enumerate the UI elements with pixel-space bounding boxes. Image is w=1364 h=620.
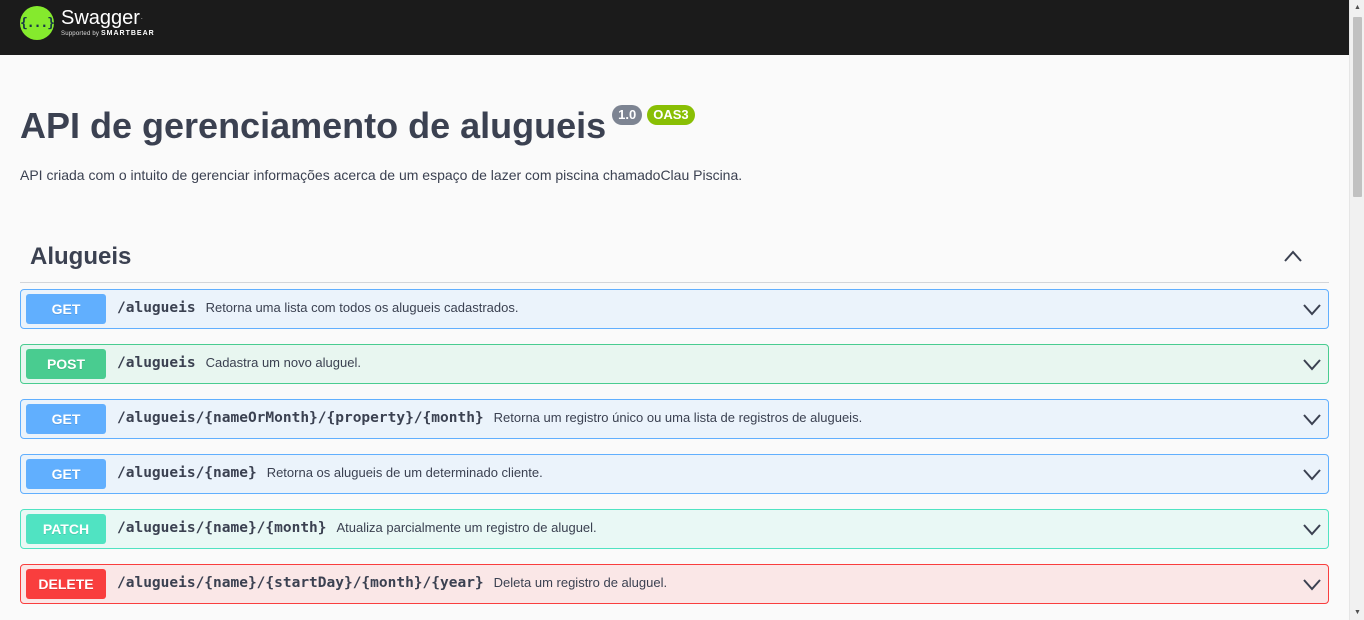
- operation-patch[interactable]: PATCH/alugueis/{name}/{month} Atualiza pa…: [20, 509, 1329, 549]
- operation-path: /alugueis: [117, 355, 196, 371]
- operation-summary: Deleta um registro de aluguel.: [493, 575, 668, 590]
- page-title: API de gerenciamento de alugueis: [20, 105, 607, 146]
- operation-get[interactable]: GET/alugueis/{nameOrMonth}/{property}/{m…: [20, 399, 1329, 439]
- method-badge: PATCH: [26, 514, 106, 544]
- chevron-down-icon[interactable]: [1302, 412, 1322, 426]
- topbar: {...} Swagger. Supported by SMARTBEAR: [0, 0, 1349, 55]
- chevron-up-icon[interactable]: [1283, 249, 1303, 263]
- logo-title: Swagger.: [61, 7, 155, 29]
- chevron-down-icon[interactable]: [1302, 357, 1322, 371]
- api-info: API de gerenciamento de alugueis 1.0 OAS…: [20, 100, 695, 152]
- chevron-down-icon[interactable]: [1302, 302, 1322, 316]
- logo-title-text: Swagger: [61, 7, 140, 29]
- scroll-thumb[interactable]: [1353, 17, 1362, 197]
- tag-title: Alugueis: [30, 243, 132, 270]
- logo-trademark: .: [140, 15, 143, 21]
- scroll-up-arrow-icon[interactable]: ▲: [1350, 0, 1364, 15]
- tag-section-alugueis[interactable]: Alugueis: [20, 233, 1329, 283]
- oas-badge: OAS3: [647, 105, 695, 125]
- operation-summary: Cadastra um novo aluguel.: [205, 355, 361, 370]
- method-badge: GET: [26, 294, 106, 324]
- api-description: API criada com o intuito de gerenciar in…: [20, 167, 743, 183]
- vertical-scrollbar[interactable]: ▲ ▼: [1349, 0, 1364, 620]
- scroll-down-arrow-icon[interactable]: ▼: [1350, 605, 1364, 620]
- operation-get[interactable]: GET/alugueis Retorna uma lista com todos …: [20, 289, 1329, 329]
- operation-summary: Retorna os alugueis de um determinado cl…: [266, 465, 543, 480]
- chevron-down-icon[interactable]: [1302, 467, 1322, 481]
- title-row: API de gerenciamento de alugueis 1.0 OAS…: [20, 100, 695, 152]
- method-badge: DELETE: [26, 569, 106, 599]
- operation-path-row: /alugueis/{nameOrMonth}/{property}/{mont…: [117, 410, 862, 426]
- logo-sub-prefix: Supported by: [61, 31, 100, 37]
- operation-path: /alugueis/{name}: [117, 465, 257, 481]
- logo-sub-brand: SMARTBEAR: [100, 30, 155, 37]
- operation-path: /alugueis: [117, 300, 196, 316]
- operation-path-row: /alugueis/{name}/{month} Atualiza parcial…: [117, 520, 597, 536]
- logo-text: Swagger. Supported by SMARTBEAR: [61, 7, 155, 39]
- operation-path-row: /alugueis/{name} Retorna os alugueis de u…: [117, 465, 543, 481]
- operation-path-row: /alugueis Retorna uma lista com todos os …: [117, 300, 518, 316]
- operation-get[interactable]: GET/alugueis/{name} Retorna os alugueis d…: [20, 454, 1329, 494]
- operation-summary: Atualiza parcialmente um registro de alu…: [336, 520, 597, 535]
- method-badge: POST: [26, 349, 106, 379]
- operation-summary: Retorna um registro único ou uma lista d…: [493, 410, 863, 425]
- operation-path-row: /alugueis Cadastra um novo aluguel.: [117, 355, 361, 371]
- operation-path: /alugueis/{name}/{startDay}/{month}/{yea…: [117, 575, 484, 591]
- operation-path: /alugueis/{nameOrMonth}/{property}/{mont…: [117, 410, 484, 426]
- operation-path: /alugueis/{name}/{month}: [117, 520, 327, 536]
- logo-subtitle: Supported by SMARTBEAR: [61, 29, 155, 39]
- swagger-logo-link[interactable]: {...} Swagger. Supported by SMARTBEAR: [20, 6, 155, 40]
- chevron-down-icon[interactable]: [1302, 522, 1322, 536]
- operation-post[interactable]: POST/alugueis Cadastra um novo aluguel.: [20, 344, 1329, 384]
- method-badge: GET: [26, 459, 106, 489]
- operation-summary: Retorna uma lista com todos os alugueis …: [205, 300, 519, 315]
- swagger-braces-icon: {...}: [20, 6, 55, 40]
- operation-path-row: /alugueis/{name}/{startDay}/{month}/{yea…: [117, 575, 667, 591]
- chevron-down-icon[interactable]: [1302, 577, 1322, 591]
- version-badge: 1.0: [612, 105, 643, 125]
- operation-delete[interactable]: DELETE/alugueis/{name}/{startDay}/{month…: [20, 564, 1329, 604]
- method-badge: GET: [26, 404, 106, 434]
